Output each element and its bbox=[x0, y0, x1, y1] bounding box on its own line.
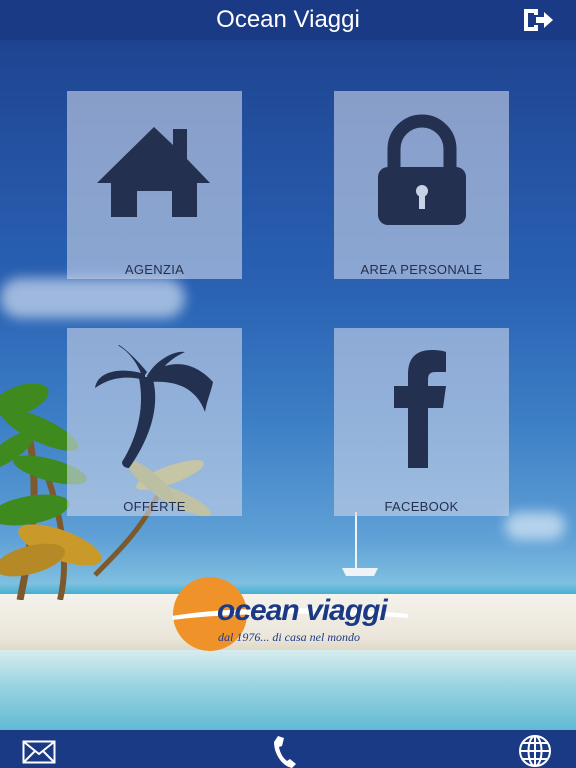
home-icon bbox=[97, 127, 210, 217]
tile-label: FACEBOOK bbox=[384, 499, 459, 514]
lock-icon bbox=[378, 114, 466, 225]
cloud bbox=[0, 278, 185, 318]
tile-label: AREA PERSONALE bbox=[360, 262, 483, 277]
agenzia-button[interactable]: AGENZIA bbox=[67, 91, 242, 279]
palm-tree-icon bbox=[95, 344, 213, 468]
page-title: Ocean Viaggi bbox=[216, 6, 360, 33]
tile-label: AGENZIA bbox=[124, 262, 185, 277]
globe-icon[interactable] bbox=[518, 734, 552, 768]
offerte-button[interactable]: OFFERTE bbox=[67, 328, 242, 516]
ocean-viaggi-logo: ocean viaggi dal 1976... di casa nel mon… bbox=[172, 576, 408, 652]
shallow-water bbox=[0, 650, 576, 730]
sailboat-image bbox=[342, 512, 378, 576]
cloud bbox=[505, 512, 565, 540]
tile-label: OFFERTE bbox=[123, 499, 186, 514]
mail-icon[interactable] bbox=[22, 740, 56, 764]
facebook-icon bbox=[394, 350, 446, 468]
phone-icon[interactable] bbox=[272, 734, 300, 768]
logo-brand-text: ocean viaggi bbox=[217, 594, 388, 627]
area-personale-button[interactable]: AREA PERSONALE bbox=[334, 91, 509, 279]
logo-tagline: dal 1976... di casa nel mondo bbox=[218, 630, 360, 644]
logout-icon[interactable] bbox=[522, 6, 554, 34]
facebook-button[interactable]: FACEBOOK bbox=[334, 328, 509, 516]
bottom-toolbar bbox=[0, 730, 576, 768]
